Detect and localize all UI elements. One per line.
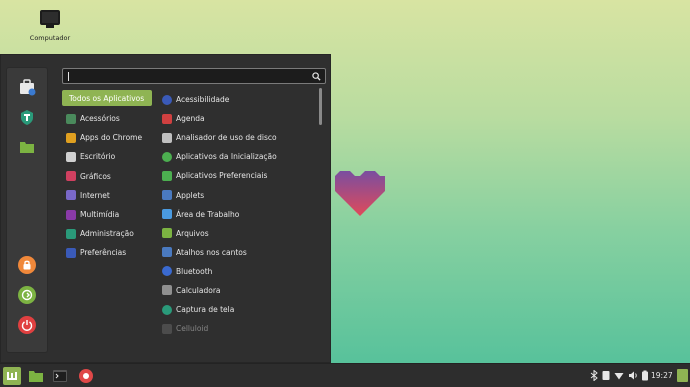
category-item[interactable]: Administração — [62, 224, 152, 243]
software-manager-icon[interactable] — [18, 78, 36, 96]
category-item[interactable]: Escritório — [62, 147, 152, 166]
system-settings-icon[interactable] — [18, 108, 36, 126]
app-label: Analisador de uso de disco — [176, 133, 277, 143]
app-item[interactable]: Arquivos — [162, 224, 314, 243]
category-label: Apps do Chrome — [80, 133, 143, 143]
category-label: Escritório — [80, 152, 116, 162]
bottom-panel: 19:27 — [0, 363, 690, 387]
terminal-launcher[interactable] — [51, 367, 69, 385]
category-item[interactable]: Internet — [62, 186, 152, 205]
notification-icon[interactable] — [601, 370, 611, 381]
app-label: Bluetooth — [176, 266, 213, 276]
category-item[interactable]: Todos os Aplicativos — [62, 90, 152, 106]
app-item[interactable]: Analisador de uso de disco — [162, 128, 314, 147]
app-item[interactable]: Agenda — [162, 109, 314, 128]
terminal-icon — [53, 370, 67, 382]
desktop-icon — [162, 209, 172, 220]
monitor-icon — [40, 10, 60, 25]
application-list: Acessibilidade Agenda Analisador de uso de… — [162, 90, 314, 338]
search-icon — [312, 72, 321, 81]
category-item[interactable]: Multimídia — [62, 205, 152, 224]
disk-usage-icon — [162, 132, 172, 143]
app-label: Atalhos nos cantos — [176, 247, 247, 257]
wallpaper-heart-graphic — [335, 171, 385, 216]
app-label: Acessibilidade — [176, 95, 230, 105]
search-input[interactable] — [62, 68, 326, 84]
category-label: Gráficos — [80, 171, 111, 181]
app-label: Arquivos — [176, 228, 209, 238]
app-label: Área de Trabalho — [176, 209, 240, 219]
logout-icon[interactable] — [18, 286, 36, 304]
calendar-icon — [162, 113, 172, 124]
hot-corners-icon — [162, 247, 172, 258]
category-item[interactable]: Acessórios — [62, 109, 152, 128]
preferred-apps-icon — [162, 170, 172, 181]
graphics-icon — [66, 171, 76, 182]
category-label: Multimídia — [80, 210, 120, 220]
favorites-bar — [6, 67, 48, 353]
app-item[interactable]: Applets — [162, 185, 314, 204]
category-label: Internet — [80, 190, 110, 200]
desktop-computer-icon[interactable]: Computador — [28, 10, 72, 42]
office-icon — [66, 151, 76, 162]
category-label: Todos os Aplicativos — [69, 93, 145, 103]
app-item[interactable]: Área de Trabalho — [162, 205, 314, 224]
bluetooth-icon — [162, 266, 172, 277]
network-wifi-icon[interactable] — [614, 370, 624, 381]
multimedia-icon — [66, 209, 76, 220]
app-item[interactable]: Atalhos nos cantos — [162, 243, 314, 262]
volume-icon[interactable] — [628, 370, 638, 381]
folder-icon — [29, 371, 43, 382]
app-label: Aplicativos Preferenciais — [176, 171, 268, 181]
files-folder-icon[interactable] — [18, 138, 36, 156]
category-item[interactable]: Apps do Chrome — [62, 128, 152, 147]
app-item[interactable]: Celluloid — [162, 319, 314, 338]
app-item[interactable]: Aplicativos Preferenciais — [162, 166, 314, 185]
application-menu: Todos os Aplicativos Acessórios Apps do Ch… — [0, 54, 331, 363]
app-label: Celluloid — [176, 324, 209, 334]
power-icon[interactable] — [18, 316, 36, 334]
files-icon — [162, 228, 172, 239]
preferences-icon — [66, 247, 76, 258]
app-item[interactable]: Aplicativos da Inicialização — [162, 147, 314, 166]
lock-screen-icon[interactable] — [18, 256, 36, 274]
app-label: Calculadora — [176, 285, 221, 295]
desktop-icon-label: Computador — [29, 34, 71, 42]
app-item[interactable]: Acessibilidade — [162, 90, 314, 109]
app-item[interactable]: Bluetooth — [162, 262, 314, 281]
chrome-icon — [66, 132, 76, 143]
celluloid-icon — [162, 323, 172, 334]
clock[interactable]: 19:27 — [651, 371, 673, 380]
accessibility-icon — [162, 94, 172, 105]
menu-button[interactable] — [3, 367, 21, 385]
category-item[interactable]: Preferências — [62, 243, 152, 262]
app-label: Agenda — [176, 114, 205, 124]
application-list-scrollbar[interactable] — [319, 88, 322, 125]
battery-icon[interactable] — [640, 370, 650, 381]
calculator-icon — [162, 285, 172, 296]
category-label: Administração — [80, 229, 134, 239]
applets-icon — [162, 190, 172, 201]
show-desktop-button[interactable] — [677, 369, 688, 382]
app-item[interactable]: Calculadora — [162, 281, 314, 300]
category-label: Preferências — [80, 248, 127, 258]
mint-logo-icon — [7, 372, 17, 380]
files-launcher[interactable] — [27, 367, 45, 385]
startup-apps-icon — [162, 151, 172, 162]
category-item[interactable]: Gráficos — [62, 167, 152, 186]
app-label: Captura de tela — [176, 305, 235, 315]
bluetooth-icon[interactable] — [589, 370, 599, 381]
screenshot-icon — [162, 304, 172, 315]
category-label: Acessórios — [80, 114, 120, 124]
category-list: Todos os Aplicativos Acessórios Apps do Ch… — [62, 90, 152, 263]
app-item[interactable]: Captura de tela — [162, 300, 314, 319]
internet-icon — [66, 190, 76, 201]
accessories-icon — [66, 113, 76, 124]
browser-launcher[interactable] — [77, 367, 95, 385]
app-label: Applets — [176, 190, 205, 200]
browser-icon — [79, 369, 93, 383]
app-label: Aplicativos da Inicialização — [176, 152, 277, 162]
administration-icon — [66, 228, 76, 239]
